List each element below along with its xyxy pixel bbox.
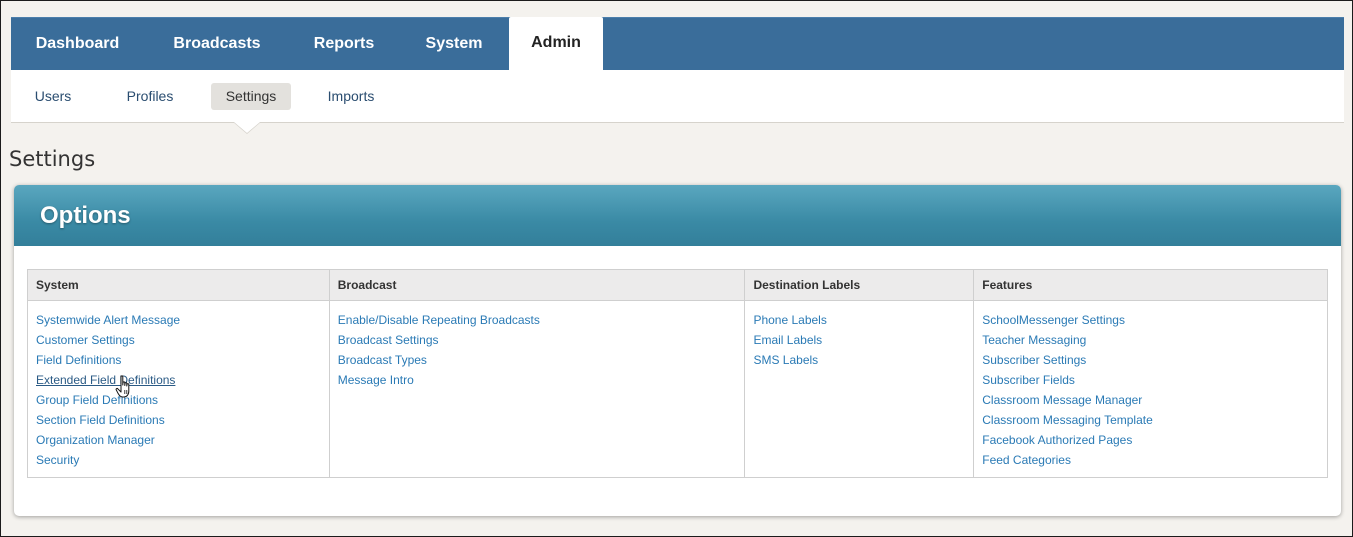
link-sms-labels[interactable]: SMS Labels (753, 350, 965, 370)
link-email-labels[interactable]: Email Labels (753, 330, 965, 350)
link-subscriber-fields[interactable]: Subscriber Fields (982, 370, 1319, 390)
link-classroom-message-manager[interactable]: Classroom Message Manager (982, 390, 1319, 410)
link-section-field-definitions[interactable]: Section Field Definitions (36, 410, 321, 430)
active-subtab-pointer (234, 122, 260, 133)
subtab-settings[interactable]: Settings (211, 83, 291, 110)
tab-dashboard[interactable]: Dashboard (24, 18, 131, 70)
subtab-imports[interactable]: Imports (317, 83, 385, 110)
link-broadcast-settings[interactable]: Broadcast Settings (338, 330, 737, 350)
column-header-destination-labels: Destination Labels (744, 269, 975, 301)
options-table-row: Systemwide Alert Message Customer Settin… (27, 300, 1328, 478)
link-message-intro[interactable]: Message Intro (338, 370, 737, 390)
link-classroom-messaging-template[interactable]: Classroom Messaging Template (982, 410, 1319, 430)
options-panel: Options System Broadcast Destination Lab… (14, 185, 1341, 516)
link-feed-categories[interactable]: Feed Categories (982, 450, 1319, 470)
subtab-profiles[interactable]: Profiles (115, 83, 185, 110)
destination-labels-links-cell: Phone Labels Email Labels SMS Labels (744, 300, 975, 478)
link-systemwide-alert-message[interactable]: Systemwide Alert Message (36, 310, 321, 330)
tab-broadcasts[interactable]: Broadcasts (157, 18, 277, 70)
link-extended-field-definitions[interactable]: Extended Field Definitions (36, 370, 321, 390)
link-subscriber-settings[interactable]: Subscriber Settings (982, 350, 1319, 370)
link-group-field-definitions[interactable]: Group Field Definitions (36, 390, 321, 410)
tab-system[interactable]: System (409, 18, 499, 70)
column-header-system: System (27, 269, 330, 301)
options-table: System Broadcast Destination Labels Feat… (27, 269, 1328, 478)
options-panel-title: Options (40, 202, 131, 229)
link-facebook-authorized-pages[interactable]: Facebook Authorized Pages (982, 430, 1319, 450)
options-panel-header: Options (14, 185, 1341, 246)
link-field-definitions[interactable]: Field Definitions (36, 350, 321, 370)
tab-reports[interactable]: Reports (299, 18, 389, 70)
link-broadcast-types[interactable]: Broadcast Types (338, 350, 737, 370)
link-organization-manager[interactable]: Organization Manager (36, 430, 321, 450)
app-frame: Dashboard Broadcasts Reports System Admi… (0, 0, 1353, 537)
page-title: Settings (9, 147, 96, 171)
link-teacher-messaging[interactable]: Teacher Messaging (982, 330, 1319, 350)
system-links-cell: Systemwide Alert Message Customer Settin… (27, 300, 330, 478)
column-header-broadcast: Broadcast (328, 269, 746, 301)
link-phone-labels[interactable]: Phone Labels (753, 310, 965, 330)
subtab-users[interactable]: Users (25, 83, 81, 110)
options-table-header-row: System Broadcast Destination Labels Feat… (27, 269, 1328, 301)
features-links-cell: SchoolMessenger Settings Teacher Messagi… (973, 300, 1328, 478)
link-security[interactable]: Security (36, 450, 321, 470)
hand-pointer-icon (115, 375, 130, 398)
link-enable-disable-repeating-broadcasts[interactable]: Enable/Disable Repeating Broadcasts (338, 310, 737, 330)
broadcast-links-cell: Enable/Disable Repeating Broadcasts Broa… (328, 300, 746, 478)
tab-admin[interactable]: Admin (509, 17, 603, 71)
top-nav: Dashboard Broadcasts Reports System Admi… (11, 17, 1344, 71)
link-customer-settings[interactable]: Customer Settings (36, 330, 321, 350)
column-header-features: Features (973, 269, 1328, 301)
link-schoolmessenger-settings[interactable]: SchoolMessenger Settings (982, 310, 1319, 330)
sub-nav: Users Profiles Settings Imports (11, 70, 1344, 123)
